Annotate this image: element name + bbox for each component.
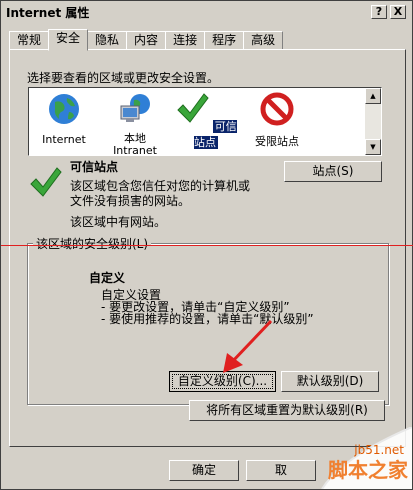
zone-select-prompt: 选择要查看的区域或更改安全设置。: [27, 71, 220, 85]
zone-trusted-sites[interactable]: 可信站点: [171, 92, 241, 150]
tab-general[interactable]: 常规: [9, 31, 50, 50]
tab-advanced[interactable]: 高级: [243, 31, 284, 50]
zone-local-intranet[interactable]: 本地 Intranet: [100, 92, 170, 157]
security-level-group-title: 该区域的安全级别(L): [33, 235, 152, 252]
zone-restricted-sites[interactable]: 受限站点: [242, 92, 312, 149]
cancel-button[interactable]: 取: [246, 460, 316, 481]
watermark-site-name: 脚本之家: [328, 458, 408, 482]
zone-list[interactable]: Internet 本地 Intranet 可信站点 受限站点 ▲ ▼: [28, 87, 382, 157]
close-button[interactable]: X: [390, 5, 406, 19]
help-button[interactable]: ?: [371, 5, 387, 19]
selected-zone-desc-2: 文件没有损害的网站。: [70, 194, 191, 208]
globe-icon: [49, 94, 79, 124]
selected-zone-checkmark-icon: [30, 167, 62, 197]
sites-button[interactable]: 站点(S): [284, 161, 382, 182]
annotation-arrow-icon: [223, 319, 273, 373]
ok-button[interactable]: 确定: [169, 460, 239, 481]
selected-zone-status: 该区域中有网站。: [70, 215, 167, 229]
zone-internet[interactable]: Internet: [29, 92, 99, 146]
title-bar[interactable]: Internet 属性 ? X: [2, 2, 411, 22]
security-level-line-3: - 要使用推荐的设置，请单击“默认级别”: [101, 312, 314, 326]
computer-globe-icon: [120, 94, 150, 122]
selected-zone-name: 可信站点: [70, 160, 119, 174]
zone-label-local-intranet: 本地 Intranet: [113, 132, 157, 157]
tab-security[interactable]: 安全: [48, 29, 89, 51]
checkmark-icon: [177, 93, 209, 123]
tab-programs[interactable]: 程序: [204, 31, 245, 50]
prohibited-icon: [260, 92, 294, 126]
scroll-down-arrow-icon[interactable]: ▼: [365, 139, 381, 155]
tab-privacy[interactable]: 隐私: [87, 31, 128, 50]
tab-strip: 常规 安全 隐私 内容 连接 程序 高级: [9, 29, 284, 51]
tab-content[interactable]: 内容: [126, 31, 167, 50]
zone-label-restricted-sites: 受限站点: [255, 135, 299, 148]
default-level-button[interactable]: 默认级别(D): [281, 371, 379, 392]
scroll-up-arrow-icon[interactable]: ▲: [365, 88, 381, 104]
zone-label-internet: Internet: [42, 133, 86, 146]
window-title: Internet 属性: [6, 5, 90, 20]
reset-all-zones-button[interactable]: 将所有区域重置为默认级别(R): [189, 400, 385, 421]
annotation-red-line: [1, 245, 413, 246]
security-level-heading: 自定义: [89, 271, 126, 285]
zone-list-scrollbar[interactable]: ▲ ▼: [365, 88, 381, 155]
internet-properties-dialog: Internet 属性 ? X 常规 安全 隐私 内容 连接 程序 高级 选择要…: [0, 0, 413, 490]
tab-connections[interactable]: 连接: [165, 31, 206, 50]
